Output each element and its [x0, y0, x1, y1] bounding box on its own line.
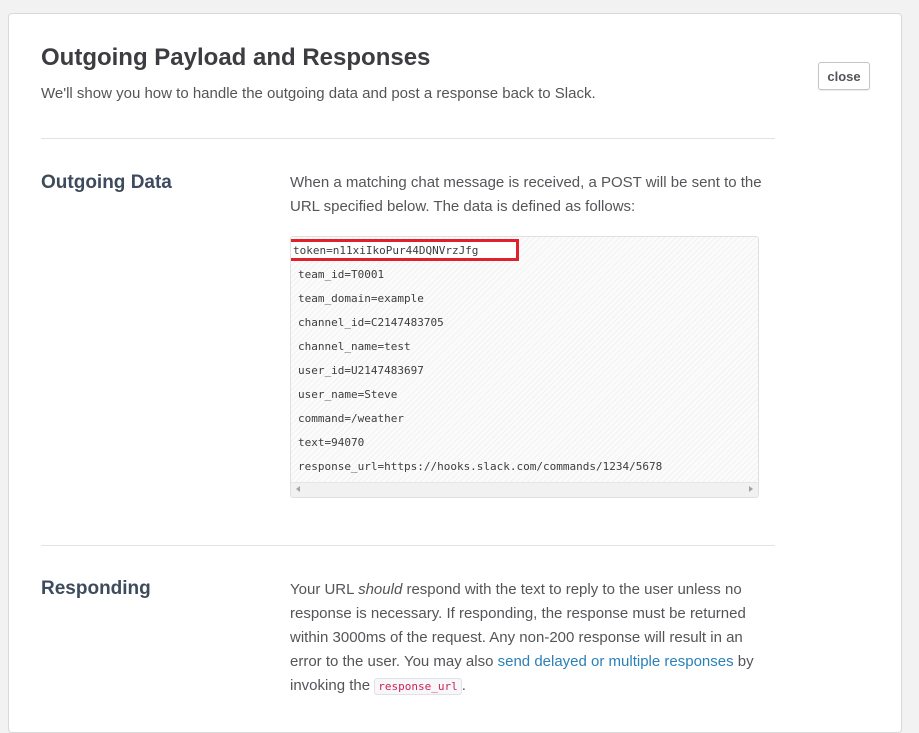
payload-line: response_url=https://hooks.slack.com/com… — [298, 460, 663, 473]
responding-heading: Responding — [41, 578, 151, 599]
payload-line: text=94070 — [298, 436, 365, 449]
payload-line: user_name=Steve — [298, 388, 398, 401]
responding-text: Your URL — [290, 581, 359, 598]
response-url-code: response_url — [374, 678, 462, 695]
divider — [41, 138, 775, 139]
delayed-responses-link[interactable]: send delayed or multiple responses — [498, 653, 734, 670]
payload-line: channel_name=test — [298, 340, 411, 353]
responding-description: Your URL should respond with the text to… — [290, 578, 766, 699]
responding-text: . — [461, 677, 466, 694]
outgoing-data-heading: Outgoing Data — [41, 172, 172, 193]
payload-line: team_domain=example — [298, 292, 424, 305]
outgoing-data-description: When a matching chat message is received… — [290, 174, 762, 215]
payload-code-block[interactable]: team_id=T0001 team_domain=example channe… — [290, 236, 759, 498]
scroll-left-arrow-icon[interactable] — [296, 486, 300, 492]
token-line: token=n11xiIkoPur44DQNVrzJfg — [293, 244, 479, 257]
payload-line: user_id=U2147483697 — [298, 364, 424, 377]
scroll-right-arrow-icon[interactable] — [749, 486, 753, 492]
modal-subtitle: We'll show you how to handle the outgoin… — [41, 85, 596, 102]
divider — [41, 545, 775, 546]
payload-lines: team_id=T0001 team_domain=example channe… — [298, 239, 662, 479]
responding-emphasis: should — [358, 581, 403, 598]
payload-line: team_id=T0001 — [298, 268, 385, 281]
payload-line: command=/weather — [298, 412, 404, 425]
horizontal-scrollbar[interactable] — [291, 482, 758, 497]
modal-dialog: Outgoing Payload and Responses We'll sho… — [8, 13, 902, 733]
modal-title: Outgoing Payload and Responses — [41, 44, 431, 71]
payload-line: channel_id=C2147483705 — [298, 316, 444, 329]
token-highlight: token=n11xiIkoPur44DQNVrzJfg — [291, 239, 519, 261]
close-button[interactable]: close — [818, 62, 870, 90]
